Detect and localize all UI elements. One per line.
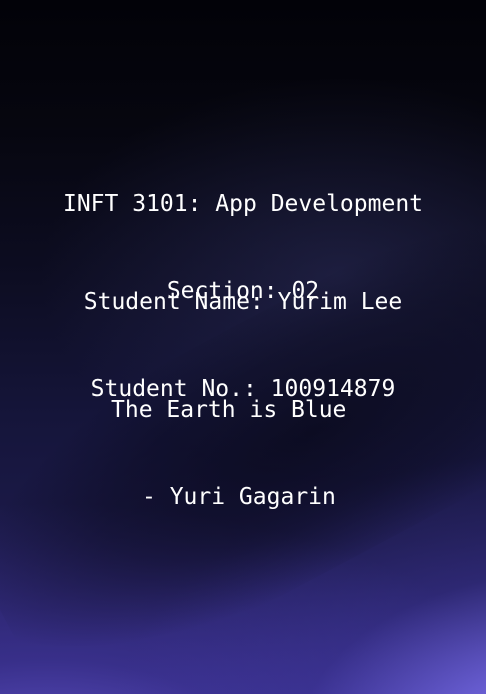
quote-attribution: - Yuri Gagarin — [142, 484, 336, 510]
course-title: INFT 3101: App Development — [62, 191, 424, 217]
quote-text: The Earth is Blue — [111, 397, 347, 423]
student-name: Student Name: Yurim Lee — [83, 289, 403, 315]
splash-screen: INFT 3101: App Development Section: 02 S… — [0, 0, 486, 694]
quote-block: The Earth is Blue - Yuri Gagarin — [0, 338, 486, 570]
